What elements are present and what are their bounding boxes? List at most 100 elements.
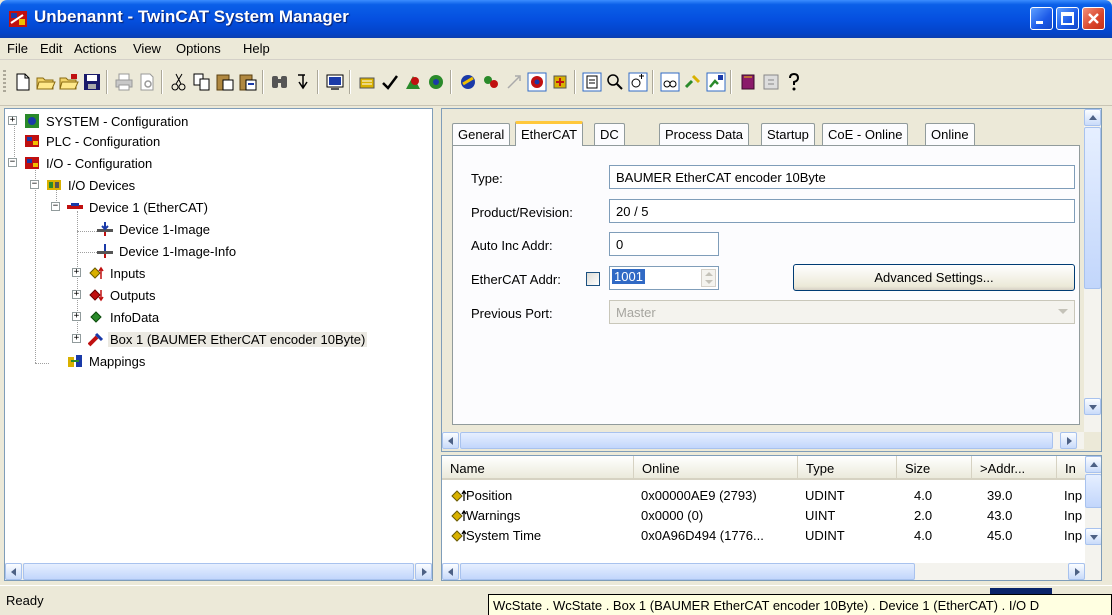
- collapse-toggle[interactable]: −: [8, 158, 17, 167]
- title-bar[interactable]: Unbenannt - TwinCAT System Manager: [0, 0, 1112, 38]
- menu-view[interactable]: View: [133, 41, 161, 56]
- tree-horizontal-scrollbar[interactable]: [5, 563, 432, 580]
- open-icon[interactable]: [36, 72, 56, 92]
- tree-item-io-devices[interactable]: − I/O Devices: [26, 175, 137, 195]
- info-icon[interactable]: [761, 72, 781, 92]
- show-sub-items-icon[interactable]: [550, 72, 570, 92]
- previous-port-select[interactable]: Master: [609, 300, 1075, 324]
- scroll-up-button[interactable]: [1085, 456, 1101, 473]
- link-icon[interactable]: [683, 72, 703, 92]
- tree-item-mappings[interactable]: Mappings: [47, 351, 147, 371]
- scroll-right-button[interactable]: [1068, 563, 1085, 580]
- tree-item-device-1[interactable]: − Device 1 (EtherCAT): [47, 197, 210, 217]
- check-configuration-icon[interactable]: [357, 72, 377, 92]
- cut-icon[interactable]: [169, 72, 189, 92]
- list-row[interactable]: Position 0x00000AE9 (2793) UDINT 4.0 39.…: [442, 486, 1087, 506]
- scroll-left-button[interactable]: [442, 563, 459, 580]
- tree-item-box-1[interactable]: + Box 1 (BAUMER EtherCAT encoder 10Byte): [68, 329, 368, 349]
- expand-toggle[interactable]: +: [72, 312, 81, 321]
- column-size[interactable]: Size: [897, 456, 972, 480]
- tree-item-device-1-image[interactable]: Device 1-Image: [97, 219, 212, 239]
- expand-toggle[interactable]: +: [72, 268, 81, 277]
- print-icon[interactable]: [114, 72, 134, 92]
- minimize-button[interactable]: [1030, 7, 1053, 30]
- scroll-up-button[interactable]: [1084, 109, 1101, 126]
- auto-inc-addr-field[interactable]: 0: [609, 232, 719, 256]
- save-icon[interactable]: [82, 72, 102, 92]
- tree-item-infodata[interactable]: + InfoData: [68, 307, 161, 327]
- column-type[interactable]: Type: [798, 456, 897, 480]
- menu-file[interactable]: File: [7, 41, 28, 56]
- ethercat-addr-spinner[interactable]: 1001: [609, 266, 719, 290]
- collapse-toggle[interactable]: −: [51, 202, 60, 211]
- spinner-buttons[interactable]: [701, 269, 716, 287]
- scroll-thumb[interactable]: [1084, 127, 1101, 289]
- reload-devices-icon[interactable]: [458, 72, 478, 92]
- tab-process-data[interactable]: Process Data: [659, 123, 750, 145]
- copy-icon[interactable]: [192, 72, 212, 92]
- list-vertical-scrollbar[interactable]: [1085, 456, 1101, 563]
- paste-with-links-icon[interactable]: [238, 72, 258, 92]
- tree-item-plc[interactable]: PLC - Configuration: [5, 131, 162, 151]
- collapse-toggle[interactable]: −: [30, 180, 39, 189]
- tab-startup[interactable]: Startup: [761, 123, 815, 145]
- find-next-icon[interactable]: [293, 72, 313, 92]
- tab-ethercat[interactable]: EtherCAT: [515, 121, 584, 146]
- toggle-free-run-icon[interactable]: [504, 72, 524, 92]
- scan-devices-icon[interactable]: [481, 72, 501, 92]
- properties-horizontal-scrollbar[interactable]: [442, 432, 1084, 449]
- variable-icon[interactable]: [660, 72, 680, 92]
- tree-item-outputs[interactable]: + Outputs: [68, 285, 158, 305]
- zoom-icon[interactable]: [582, 72, 602, 92]
- menu-actions[interactable]: Actions: [74, 41, 117, 56]
- online-variable-icon[interactable]: [706, 72, 726, 92]
- maximize-button[interactable]: [1056, 7, 1079, 30]
- expand-toggle[interactable]: +: [8, 116, 17, 125]
- tree-item-io-config[interactable]: − I/O - Configuration: [5, 153, 154, 173]
- auto-arrange-icon[interactable]: [628, 72, 648, 92]
- toolbar-grip[interactable]: [3, 70, 6, 94]
- column-addr[interactable]: >Addr...: [972, 456, 1057, 480]
- tab-general[interactable]: General: [452, 123, 511, 145]
- list-horizontal-scrollbar[interactable]: [442, 563, 1101, 580]
- new-icon[interactable]: [13, 72, 33, 92]
- list-row[interactable]: Warnings 0x0000 (0) UINT 2.0 43.0 Inp: [442, 506, 1087, 526]
- variable-list[interactable]: Name Online Type Size >Addr... In Positi…: [441, 455, 1102, 581]
- product-revision-field[interactable]: 20 / 5: [609, 199, 1075, 223]
- tab-dc[interactable]: DC: [594, 123, 625, 145]
- find-icon[interactable]: [270, 72, 290, 92]
- tree-item-inputs[interactable]: + Inputs: [68, 263, 147, 283]
- scroll-left-button[interactable]: [5, 563, 22, 580]
- tree-item-device-1-image-info[interactable]: Device 1-Image-Info: [97, 241, 238, 261]
- configuration-tree[interactable]: + SYSTEM - Configuration PLC - Configura…: [4, 108, 433, 581]
- type-field[interactable]: BAUMER EtherCAT encoder 10Byte: [609, 165, 1075, 189]
- close-button[interactable]: [1082, 7, 1105, 30]
- properties-vertical-scrollbar[interactable]: [1084, 109, 1101, 432]
- scroll-thumb[interactable]: [460, 563, 915, 580]
- generate-mappings-icon[interactable]: [325, 72, 345, 92]
- expand-toggle[interactable]: +: [72, 334, 81, 343]
- restart-run-mode-icon[interactable]: [403, 72, 423, 92]
- tree-item-system[interactable]: + SYSTEM - Configuration: [5, 111, 190, 131]
- expand-toggle[interactable]: +: [72, 290, 81, 299]
- scroll-down-button[interactable]: [1084, 398, 1101, 415]
- activate-configuration-icon[interactable]: [380, 72, 400, 92]
- column-in[interactable]: In: [1057, 456, 1087, 480]
- scroll-right-button[interactable]: [415, 563, 432, 580]
- paste-icon[interactable]: [215, 72, 235, 92]
- tab-coe-online[interactable]: CoE - Online: [822, 123, 909, 145]
- menu-help[interactable]: Help: [243, 41, 270, 56]
- column-online[interactable]: Online: [634, 456, 798, 480]
- menu-edit[interactable]: Edit: [40, 41, 62, 56]
- help-book-icon[interactable]: [738, 72, 758, 92]
- restart-config-mode-icon[interactable]: [426, 72, 446, 92]
- question-icon[interactable]: [784, 72, 804, 92]
- menu-options[interactable]: Options: [176, 41, 221, 56]
- print-preview-icon[interactable]: [137, 72, 157, 92]
- tab-online[interactable]: Online: [925, 123, 975, 145]
- scroll-right-button[interactable]: [1060, 432, 1077, 449]
- show-online-data-icon[interactable]: [527, 72, 547, 92]
- scroll-thumb[interactable]: [460, 432, 1053, 449]
- list-row[interactable]: System Time 0x0A96D494 (1776... UDINT 4.…: [442, 526, 1087, 546]
- scroll-left-button[interactable]: [442, 432, 459, 449]
